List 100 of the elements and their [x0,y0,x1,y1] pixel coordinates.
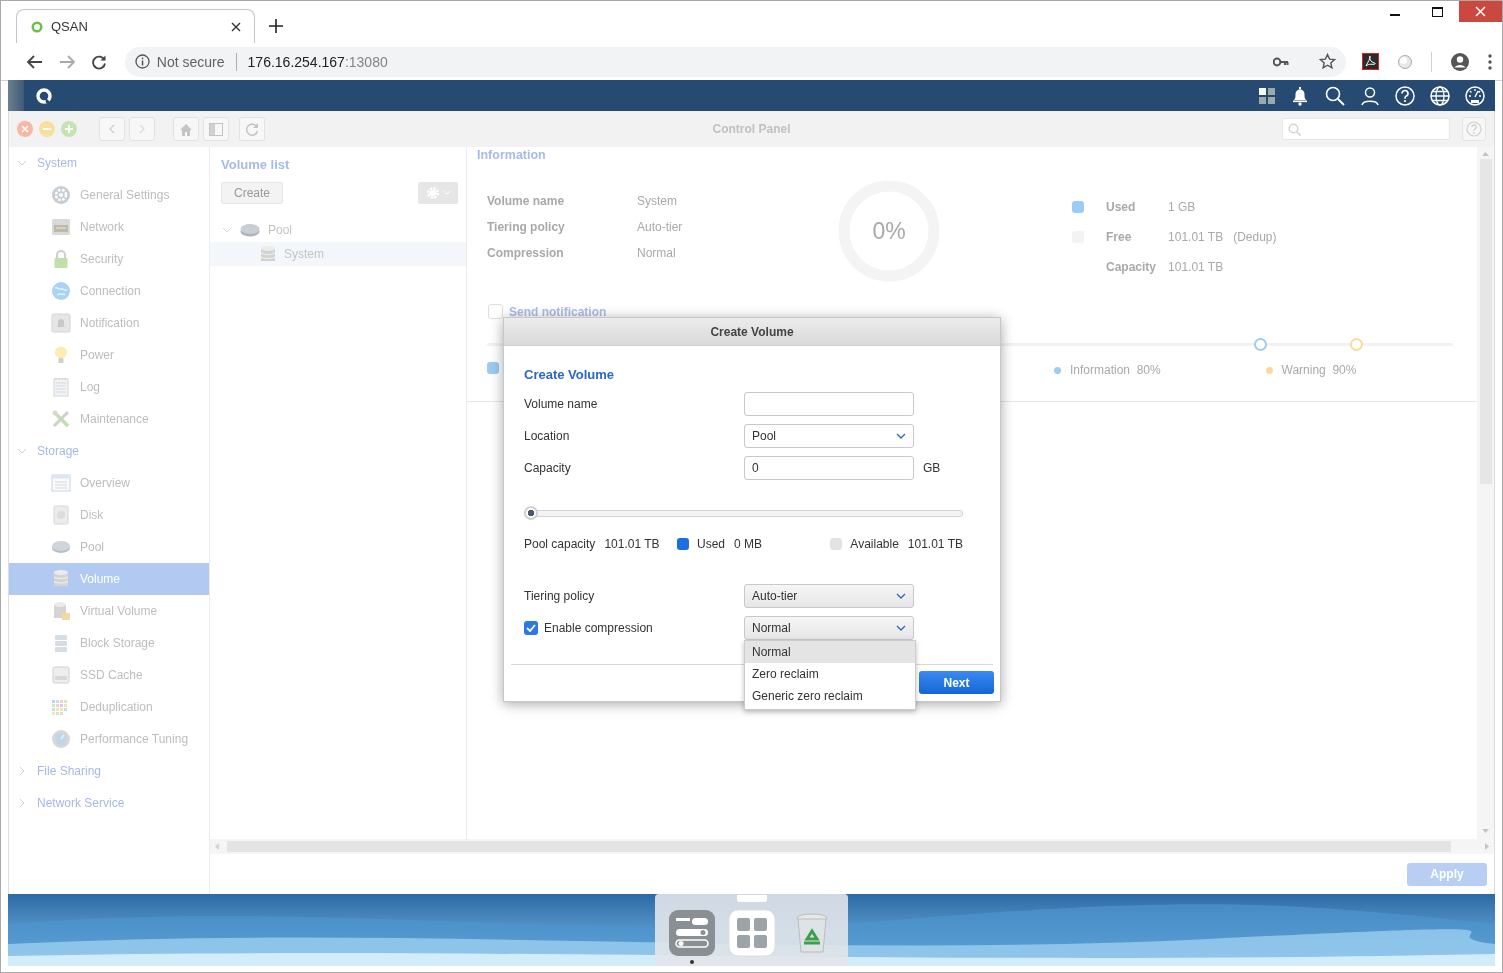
field-value: Auto-tier [637,220,684,235]
help-button[interactable] [1462,117,1486,141]
sidebar-item[interactable]: Connection [9,275,209,307]
database-icon [260,245,276,263]
chevron-down-icon [896,433,906,439]
sidebar-item[interactable]: General Settings [9,179,209,211]
checkbox[interactable] [524,621,538,635]
search-icon [1288,122,1301,136]
url-text: 176.16.254.167:13080 [247,53,388,70]
user-icon[interactable] [1360,85,1380,106]
chevron-down-icon [896,593,906,599]
close-icon [21,125,29,133]
app-grid-icon[interactable] [1259,87,1275,104]
usage-percent: 0% [872,217,906,245]
chevron-down-icon [222,225,232,235]
maximize-icon [1432,6,1443,17]
number-field[interactable]: 0 [744,456,914,480]
dropdown[interactable]: Auto-tier [744,584,914,608]
close-icon [231,21,241,32]
threshold-marker[interactable] [1350,338,1364,351]
minimize-icon [1389,13,1400,16]
link[interactable]: Send notification [509,304,607,319]
sidebar-group[interactable]: Storage [9,435,209,467]
sidebar-item[interactable]: Log [9,371,209,403]
refresh-button[interactable] [239,117,265,141]
security-label: Not secure [156,53,225,70]
sidebar-item[interactable]: Block Storage [9,627,209,659]
search-field[interactable] [1282,118,1450,140]
sidebar-group[interactable]: Network Service [9,787,209,819]
sidebar-item[interactable]: Volume [9,563,209,595]
arrow-up-icon [1482,152,1489,156]
dropdown[interactable]: Normal [744,616,914,640]
sidebar-item[interactable]: Deduplication [9,691,209,723]
summary-value: 101.01 TB [604,537,660,551]
search-icon[interactable] [1325,85,1345,106]
sidebar-item[interactable]: Network [9,211,209,243]
sidebar-item[interactable]: Security [9,243,209,275]
sidebar-item[interactable]: Pool [9,531,209,563]
checkbox[interactable] [488,304,503,319]
extension-circle-icon[interactable] [1397,53,1413,70]
check-icon [526,624,536,632]
field-value: Normal [637,246,677,261]
tools-icon [51,409,71,429]
address-bar[interactable]: Not secure 176.16.254.167:13080 [124,46,1346,77]
sidebar-item[interactable]: Disk [9,499,209,531]
bell-icon[interactable] [1290,85,1310,106]
field-label: Compression [487,246,565,261]
home-button[interactable] [173,117,199,141]
sidebar-toggle-button[interactable] [203,117,229,141]
sidebar-group[interactable]: System [9,147,209,179]
legend-value: 101.01 TB (Dedup) [1168,230,1277,244]
text-field[interactable] [744,392,914,416]
tree-item[interactable]: Pool [210,218,466,242]
app-logo-icon[interactable] [36,87,52,104]
horizontal-scrollbar[interactable] [210,839,1494,854]
sidebar-item[interactable]: Maintenance [9,403,209,435]
browser-tab[interactable]: QSAN [16,9,255,43]
star-icon[interactable] [1319,53,1336,70]
dropdown-option[interactable]: Normal [745,641,915,663]
gauge-icon[interactable] [1465,85,1485,106]
apply-button[interactable]: Apply [1407,862,1487,886]
dropdown-option[interactable]: Generic zero reclaim [745,685,915,707]
create-button[interactable]: Create [221,182,284,204]
help-icon[interactable] [1395,85,1415,106]
close-window-button[interactable] [17,121,33,137]
section-title: Volume list [221,157,290,172]
refresh-icon [245,122,259,136]
next-button[interactable]: Next [919,671,994,694]
threshold-marker[interactable] [1253,338,1267,351]
chevron-right-icon [17,766,27,776]
section-title: Information [477,148,546,162]
back-arrow-icon [26,54,43,69]
sidebar-item[interactable]: Notification [9,307,209,339]
chevron-down-icon [17,446,27,456]
dropdown[interactable]: Pool [744,424,914,448]
legend-label: Free [1106,230,1133,244]
pdf-extension-icon[interactable] [1362,53,1379,70]
capacity-slider[interactable] [524,507,963,519]
info-icon [134,54,150,69]
slider-thumb[interactable] [524,506,538,520]
field-label: Capacity [524,461,571,475]
globe-icon[interactable] [1430,85,1450,106]
database-icon [51,601,71,621]
form-heading: Create Volume [524,367,615,382]
sidebar-item[interactable]: Power [9,339,209,371]
profile-icon[interactable] [1450,51,1470,72]
summary-label: Used [697,537,725,551]
sidebar-item[interactable]: Performance Tuning [9,723,209,755]
legend-swatch [487,362,499,374]
menu-icon[interactable] [1488,53,1492,70]
sidebar-group[interactable]: File Sharing [9,755,209,787]
maximize-window-button[interactable] [61,121,77,137]
dropdown-option[interactable]: Zero reclaim [745,663,915,685]
sidebar-item[interactable]: Overview [9,467,209,499]
database-icon [51,569,71,589]
sidebar-item[interactable]: SSD Cache [9,659,209,691]
sidebar-icon [209,122,223,136]
dock-handle[interactable] [737,895,767,902]
header-edge [8,80,24,111]
sidebar-item[interactable]: Virtual Volume [9,595,209,627]
